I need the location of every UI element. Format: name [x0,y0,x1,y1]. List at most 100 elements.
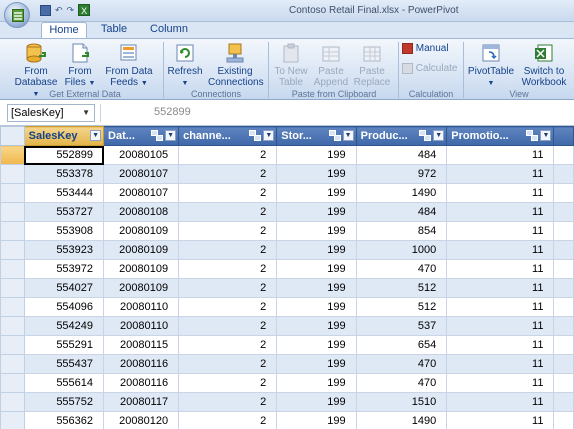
table-cell[interactable]: 11 [446,392,555,412]
table-cell[interactable]: 199 [276,392,357,412]
table-cell[interactable]: 553378 [23,164,105,184]
table-cell[interactable]: 11 [446,373,555,393]
table-cell[interactable]: 512 [355,278,448,298]
table-cell[interactable]: 199 [276,202,357,222]
filter-dropdown-icon[interactable]: ▼ [263,130,275,141]
table-cell[interactable]: 11 [446,278,555,298]
table-cell[interactable]: 972 [355,164,448,184]
row-header[interactable] [0,297,25,317]
row-header[interactable] [0,278,25,298]
table-cell[interactable]: 2 [178,373,278,393]
table-cell[interactable]: 484 [355,202,448,222]
table-cell[interactable]: 199 [276,354,357,374]
redo-icon[interactable]: ↷ [67,5,75,16]
table-cell-overflow[interactable] [553,373,574,393]
table-row[interactable]: 555291 20080115 2 199 654 11 [0,335,574,355]
table-cell[interactable]: 11 [446,183,555,203]
table-cell[interactable]: 556362 [23,411,105,429]
table-cell[interactable]: 1000 [355,240,448,260]
row-header[interactable] [0,335,25,355]
formula-value[interactable]: 552899 [154,106,191,118]
table-cell-overflow[interactable] [553,183,574,203]
table-cell[interactable]: 654 [355,335,448,355]
table-cell[interactable]: 2 [178,259,278,279]
powerpivot-app-button[interactable] [4,2,30,28]
table-cell-overflow[interactable] [553,202,574,222]
table-cell[interactable]: 470 [355,259,448,279]
paste-to-new-table-button[interactable]: To New Table [272,42,310,88]
refresh-button[interactable]: Refresh ▼ [166,42,204,89]
table-cell-overflow[interactable] [553,335,574,355]
select-all-corner[interactable] [0,126,25,146]
table-cell[interactable]: 1490 [355,183,448,203]
table-cell[interactable]: 20080120 [103,411,180,429]
table-row[interactable]: 555614 20080116 2 199 470 11 [0,373,574,393]
table-cell[interactable]: 2 [178,278,278,298]
table-cell[interactable]: 20080108 [103,202,180,222]
table-cell[interactable]: 20080116 [103,373,180,393]
table-cell[interactable]: 199 [276,297,357,317]
table-cell[interactable]: 2 [178,411,278,429]
table-cell[interactable]: 555614 [23,373,105,393]
table-cell[interactable]: 11 [446,145,555,165]
row-header[interactable] [0,183,25,203]
paste-append-button[interactable]: Paste Append [312,42,350,88]
table-cell[interactable]: 199 [276,335,357,355]
table-cell[interactable]: 484 [355,145,448,165]
chevron-down-icon[interactable]: ▼ [82,105,90,121]
table-cell[interactable]: 553444 [23,183,105,203]
row-header[interactable] [0,411,25,429]
table-cell[interactable]: 2 [178,164,278,184]
row-header[interactable] [0,316,25,336]
table-cell[interactable]: 199 [276,411,357,429]
column-header-promotion[interactable]: Promotio... ▼ [446,126,555,146]
table-cell[interactable]: 20080115 [103,335,180,355]
table-cell[interactable]: 20080107 [103,164,180,184]
table-row[interactable]: 553972 20080109 2 199 470 11 [0,259,574,279]
table-cell[interactable]: 11 [446,354,555,374]
undo-icon[interactable]: ↶ [55,5,63,16]
table-cell[interactable]: 11 [446,297,555,317]
table-cell-overflow[interactable] [553,278,574,298]
table-cell[interactable]: 512 [355,297,448,317]
table-cell[interactable]: 2 [178,335,278,355]
from-data-feeds-button[interactable]: From Data Feeds ▼ [102,42,156,89]
table-cell-overflow[interactable] [553,240,574,260]
table-cell[interactable]: 199 [276,164,357,184]
table-cell[interactable]: 11 [446,335,555,355]
tab-column[interactable]: Column [145,22,193,38]
table-cell[interactable]: 2 [178,297,278,317]
table-cell[interactable]: 555437 [23,354,105,374]
table-cell[interactable]: 470 [355,373,448,393]
table-cell[interactable]: 553923 [23,240,105,260]
table-row[interactable]: 553727 20080108 2 199 484 11 [0,202,574,222]
filter-dropdown-icon[interactable]: ▼ [342,130,354,141]
existing-connections-button[interactable]: Existing Connections [208,42,264,88]
table-row[interactable]: 554249 20080110 2 199 537 11 [0,316,574,336]
table-cell[interactable]: 537 [355,316,448,336]
switch-to-excel-icon[interactable]: X [78,4,91,16]
table-row[interactable]: 552899 20080105 2 199 484 11 [0,145,574,165]
table-cell[interactable]: 11 [446,164,555,184]
table-row[interactable]: 553444 20080107 2 199 1490 11 [0,183,574,203]
pivottable-button[interactable]: PivotTable ▼ [467,42,515,89]
table-cell[interactable]: 553908 [23,221,105,241]
table-cell[interactable]: 2 [178,202,278,222]
column-header-saleskey[interactable]: SalesKey ▼ [23,126,105,146]
table-cell-overflow[interactable] [553,316,574,336]
table-cell-overflow[interactable] [553,221,574,241]
table-cell[interactable]: 554249 [23,316,105,336]
table-cell[interactable]: 2 [178,316,278,336]
table-row[interactable]: 556362 20080120 2 199 1490 11 [0,411,574,429]
table-row[interactable]: 554096 20080110 2 199 512 11 [0,297,574,317]
row-header[interactable] [0,164,25,184]
table-cell-overflow[interactable] [553,392,574,412]
table-cell[interactable]: 20080105 [103,145,180,165]
table-cell[interactable]: 199 [276,259,357,279]
filter-dropdown-icon[interactable]: ▼ [540,130,552,141]
table-cell[interactable]: 2 [178,221,278,241]
table-cell-overflow[interactable] [553,297,574,317]
table-cell[interactable]: 555291 [23,335,105,355]
table-cell[interactable]: 2 [178,145,278,165]
column-header-channel[interactable]: channe... ▼ [178,126,278,146]
